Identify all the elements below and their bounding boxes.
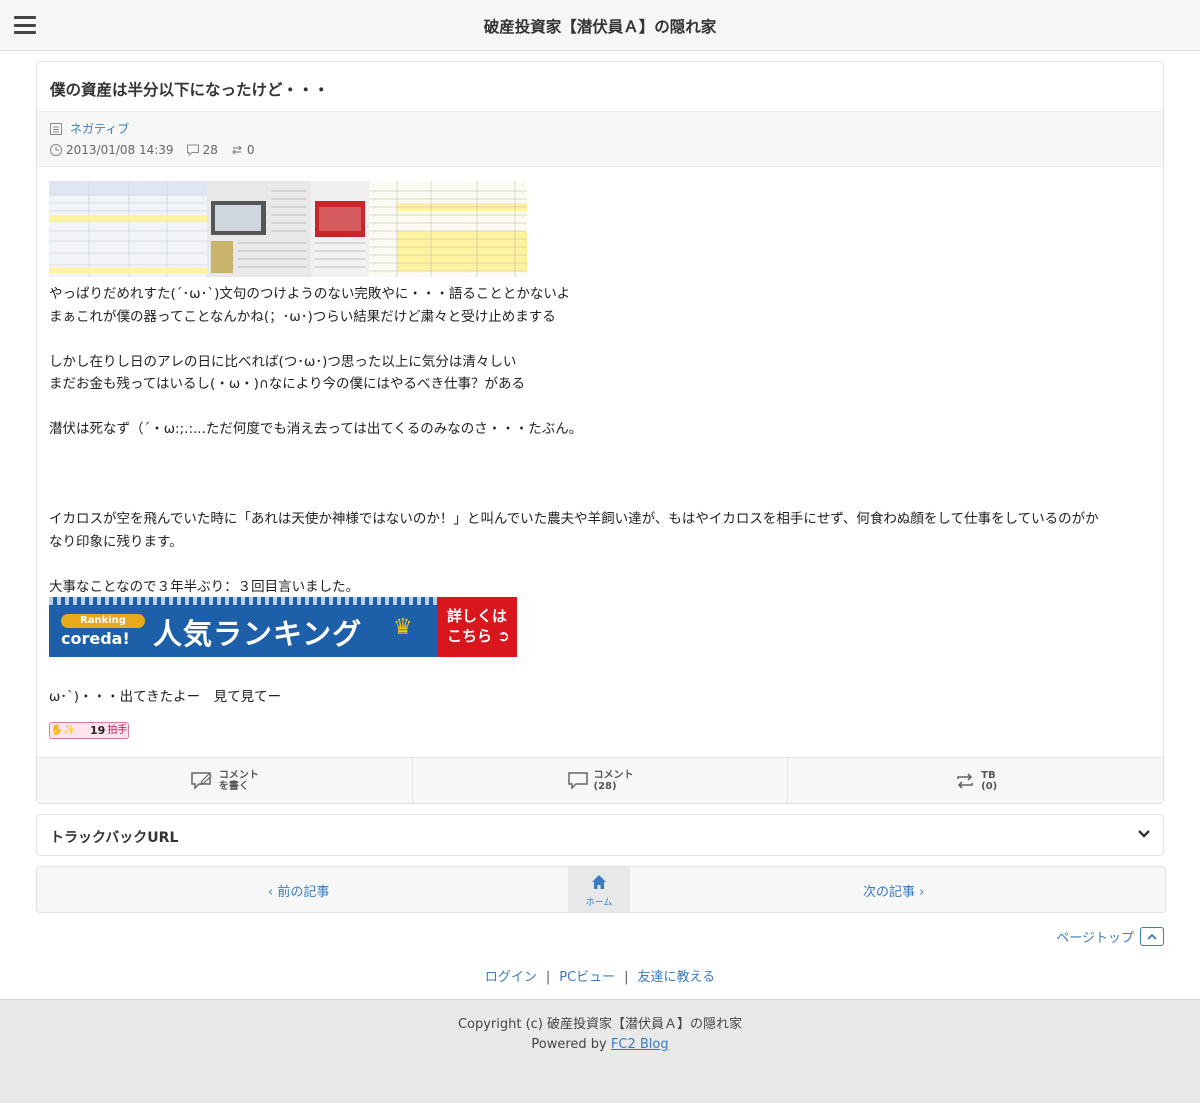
- body-line: [49, 396, 1149, 419]
- tell-friend-link[interactable]: 友達に教える: [638, 970, 716, 985]
- pc-view-link[interactable]: PCビュー: [559, 970, 615, 985]
- home-button[interactable]: ホーム: [568, 867, 630, 912]
- entry-meta: ネガティブ 2013/01/08 14:39 28 0: [37, 111, 1163, 167]
- footer-links: ログイン | PCビュー | 友達に教える: [484, 970, 716, 985]
- write-comment-sub: を書く: [218, 780, 249, 792]
- write-comment-button[interactable]: コメント を書く: [37, 758, 413, 803]
- entry-title: 僕の資産は半分以下になったけど・・・: [50, 81, 330, 99]
- next-entry-link[interactable]: 次の記事 ›: [863, 881, 924, 900]
- thumbnail-image[interactable]: [49, 181, 207, 277]
- comments-label: コメント: [593, 769, 634, 781]
- comments-count: (28): [593, 780, 617, 792]
- trackback-icon: [957, 772, 973, 789]
- entry-body: やっぱりだめれすた(´･ω･`)文句のつけようのない完敗やに・・・語ることとかな…: [49, 283, 1149, 598]
- prev-entry-label: 前の記事: [277, 885, 330, 900]
- body-line: しかし在りし日のアレの日に比べれば(つ･ω･)つ思った以上に気分は清々しい: [49, 353, 517, 370]
- arrow-circle-icon: ➲: [497, 627, 510, 645]
- chevron-left-icon: ‹: [268, 885, 274, 900]
- body-line: なり印象に残ります。: [49, 533, 183, 550]
- tb-button[interactable]: TB (0): [788, 758, 1163, 803]
- body-line: [49, 486, 1149, 509]
- prev-entry-link[interactable]: ‹ 前の記事: [268, 881, 329, 900]
- trackback-url-label: トラックバックURL: [50, 830, 179, 846]
- trackback-icon: [231, 145, 242, 155]
- chevron-right-icon: ›: [919, 885, 925, 900]
- site-title[interactable]: 破産投資家【潜伏員Ａ】の隠れ家: [0, 15, 1200, 37]
- ranking-banner[interactable]: Ranking coreda! 人気ランキング ♛ 詳しくは こちら ➲: [49, 597, 517, 657]
- body-line: 潜伏は死なず（´・ω:;.:...ただ何度でも消え去っては出てくるのみなのさ・・…: [49, 421, 583, 437]
- write-comment-label: コメント: [218, 769, 259, 781]
- folder-icon: [50, 122, 62, 135]
- banner-cta-line1: 詳しくは: [447, 607, 508, 625]
- page-top-link[interactable]: ページトップ: [1056, 927, 1164, 946]
- edit-comment-icon: [191, 771, 212, 790]
- body-line: まだお金も残ってはいるし(・ω・)∩なにより今の僕にはやるべき仕事？がある: [49, 376, 526, 392]
- page-top-label: ページトップ: [1056, 931, 1134, 946]
- thumbnail-image[interactable]: [311, 181, 369, 277]
- body-line: イカロスが空を飛んでいた時に「あれは天使か神様ではないのか！」と叫んでいた農夫や…: [49, 511, 1099, 527]
- banner-main-text: 人気ランキング: [153, 617, 363, 651]
- banner-ranking-label: Ranking: [61, 614, 145, 628]
- crown-icon: ♛: [393, 615, 413, 640]
- trackback-count[interactable]: 0: [247, 143, 255, 157]
- tb-count: (0): [981, 780, 998, 792]
- body-line: 大事なことなので３年半ぶり：３回目言いました。: [49, 578, 360, 595]
- entry-thumbnails: [49, 181, 527, 277]
- banner-cta[interactable]: 詳しくは こちら ➲: [437, 597, 517, 657]
- category-link[interactable]: ネガティブ: [70, 120, 129, 137]
- copyright-text: Copyright (c) 破産投資家【潜伏員Ａ】の隠れ家: [457, 1017, 743, 1032]
- entry-datetime: 2013/01/08 14:39: [66, 143, 174, 157]
- body-line: [49, 553, 1149, 576]
- body-line: やっぱりだめれすた(´･ω･`)文句のつけようのない完敗やに・・・語ることとかな…: [49, 286, 571, 302]
- comment-count[interactable]: 28: [203, 143, 218, 157]
- trackback-url-toggle[interactable]: トラックバックURL: [36, 814, 1164, 856]
- comments-button[interactable]: コメント (28): [413, 758, 789, 803]
- entry-tail-line: ω･`)・・・出てきたよー 見て見てー: [49, 689, 282, 705]
- body-line: [49, 328, 1149, 351]
- site-footer: Copyright (c) 破産投資家【潜伏員Ａ】の隠れ家 Powered by…: [0, 999, 1200, 1103]
- body-line: [49, 441, 1149, 464]
- entry-card: 僕の資産は半分以下になったけど・・・ ネガティブ 2013/01/08 14:3…: [36, 61, 1164, 804]
- clap-button[interactable]: ✋✨ 19 拍手: [49, 722, 129, 739]
- clock-icon: [50, 144, 62, 156]
- next-entry-label: 次の記事: [863, 885, 916, 900]
- site-header: 破産投資家【潜伏員Ａ】の隠れ家: [0, 0, 1200, 51]
- entry-actions: コメント を書く コメント (28) TB (0): [37, 757, 1163, 803]
- home-icon: [592, 875, 606, 889]
- chevron-up-icon: [1140, 927, 1164, 946]
- clap-label: 拍手: [107, 725, 128, 736]
- chevron-down-icon: [1138, 830, 1150, 838]
- comment-bubble-icon: [567, 771, 588, 790]
- body-line: [49, 463, 1149, 486]
- clap-count: 19: [90, 724, 106, 737]
- login-link[interactable]: ログイン: [485, 970, 537, 985]
- banner-cta-line2: こちら ➲: [447, 627, 510, 645]
- thumbnail-image[interactable]: [369, 181, 527, 277]
- body-line: まぁこれが僕の器ってことなんかね(；･ω･)つらい結果だけど粛々と受け止めまする: [49, 308, 556, 325]
- banner-stripe: [49, 597, 437, 605]
- home-label: ホーム: [585, 898, 613, 908]
- fc2-blog-link[interactable]: FC2 Blog: [611, 1037, 669, 1052]
- powered-by: Powered by FC2 Blog: [531, 1037, 669, 1052]
- comment-icon: [186, 144, 199, 157]
- clap-hands-icon: ✋✨: [50, 725, 76, 736]
- tb-label: TB: [981, 769, 996, 781]
- thumbnail-image[interactable]: [207, 181, 311, 277]
- entry-pager: ‹ 前の記事 ホーム 次の記事 ›: [36, 866, 1166, 913]
- banner-coreda-logo: coreda!: [61, 629, 130, 648]
